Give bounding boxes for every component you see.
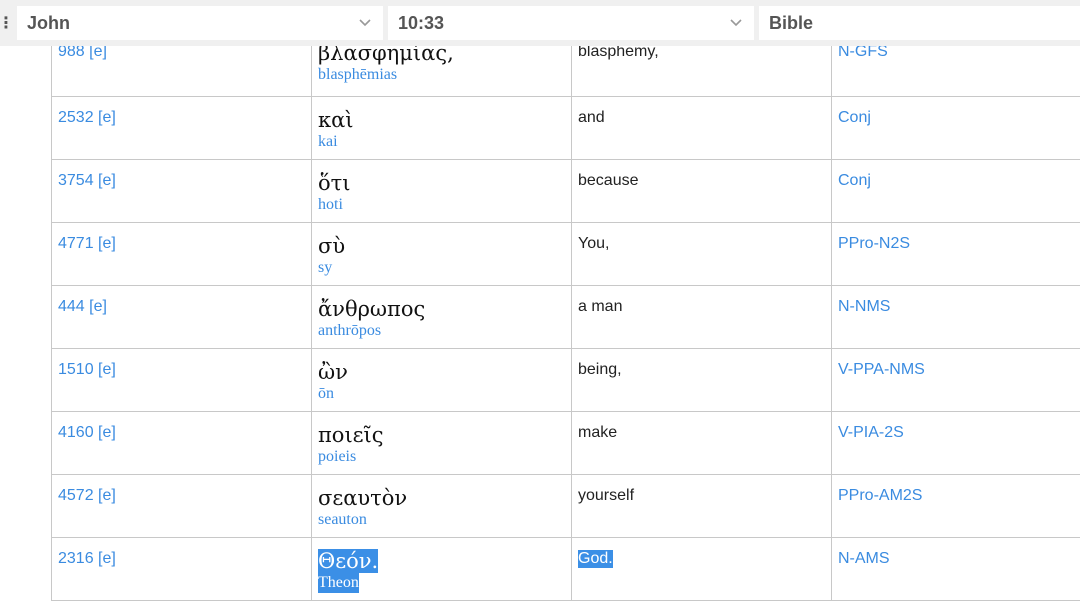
chapter-verse-selector[interactable]: 10:33	[388, 6, 754, 40]
english-gloss: and	[578, 109, 605, 126]
strongs-link[interactable]: 2316 [e]	[58, 550, 305, 568]
strongs-link[interactable]: 4572 [e]	[58, 487, 305, 505]
transliteration-link[interactable]: anthrōpos	[318, 321, 381, 341]
strongs-link[interactable]: 2532 [e]	[58, 109, 305, 127]
strongs-link[interactable]: 444 [e]	[58, 298, 305, 316]
top-navigation-bar: ⋮ John 10:33 Bible	[0, 0, 1080, 46]
greek-word: ποιεῖς	[318, 423, 384, 447]
strongs-link[interactable]: 4160 [e]	[58, 424, 305, 442]
chevron-down-icon	[359, 19, 371, 27]
english-gloss-selected: God.	[578, 550, 613, 568]
table-row: 444 [e] ἄνθρωπος anthrōpos a man N-NMS	[51, 285, 1080, 349]
english-gloss: a man	[578, 298, 623, 315]
greek-word: ὢν	[318, 360, 348, 384]
greek-word: σὺ	[318, 234, 346, 258]
table-row: 4771 [e] σὺ sy You, PPro-N2S	[51, 222, 1080, 286]
greek-word: καὶ	[318, 108, 354, 132]
parsing-link[interactable]: N-NMS	[838, 298, 1080, 316]
strongs-link[interactable]: 4771 [e]	[58, 235, 305, 253]
chevron-down-icon	[730, 19, 742, 27]
strongs-link[interactable]: 3754 [e]	[58, 172, 305, 190]
transliteration-link[interactable]: hoti	[318, 195, 343, 215]
book-selector-value: John	[27, 12, 70, 33]
table-row: 2532 [e] καὶ kai and Conj	[51, 96, 1080, 160]
english-gloss: You,	[578, 235, 610, 252]
parsing-link[interactable]: V-PPA-NMS	[838, 361, 1080, 379]
english-gloss: yourself	[578, 487, 635, 504]
english-gloss: make	[578, 424, 618, 441]
english-gloss: because	[578, 172, 639, 189]
transliteration-link[interactable]: kai	[318, 132, 338, 152]
parsing-link[interactable]: PPro-AM2S	[838, 487, 1080, 505]
book-selector[interactable]: John	[17, 6, 383, 40]
table-row: 1510 [e] ὢν ōn being, V-PPA-NMS	[51, 348, 1080, 412]
menu-icon[interactable]: ⋮	[0, 6, 14, 40]
table-row: 4572 [e] σεαυτὸν seauton yourself PPro-AM…	[51, 474, 1080, 538]
strongs-link[interactable]: 1510 [e]	[58, 361, 305, 379]
parsing-link[interactable]: Conj	[838, 172, 1080, 190]
interlinear-table: 988 [e] βλασφημίας, blasphēmias blasphemy…	[51, 32, 1080, 601]
greek-word: ὅτι	[318, 171, 351, 195]
chapter-verse-value: 10:33	[398, 12, 445, 33]
table-row: 2316 [e] Θεόν. Theon God. N-AMS	[51, 537, 1080, 601]
transliteration-link[interactable]: seauton	[318, 510, 367, 530]
transliteration-link[interactable]: poieis	[318, 447, 356, 467]
english-gloss: being,	[578, 361, 622, 378]
transliteration-link[interactable]: sy	[318, 258, 332, 278]
greek-word: σεαυτὸν	[318, 486, 408, 510]
parsing-link[interactable]: Conj	[838, 109, 1080, 127]
parsing-link[interactable]: V-PIA-2S	[838, 424, 1080, 442]
parsing-link[interactable]: PPro-N2S	[838, 235, 1080, 253]
table-row: 3754 [e] ὅτι hoti because Conj	[51, 159, 1080, 223]
greek-word: ἄνθρωπος	[318, 297, 426, 321]
parsing-link[interactable]: N-AMS	[838, 550, 1080, 568]
version-selector[interactable]: Bible	[759, 6, 1080, 40]
transliteration-link[interactable]: ōn	[318, 384, 334, 404]
version-selector-value: Bible	[769, 12, 814, 33]
transliteration-link[interactable]: blasphēmias	[318, 65, 397, 85]
transliteration-link-selected[interactable]: Theon	[318, 573, 359, 593]
table-row: 4160 [e] ποιεῖς poieis make V-PIA-2S	[51, 411, 1080, 475]
greek-word-selected: Θεόν.	[318, 549, 379, 573]
